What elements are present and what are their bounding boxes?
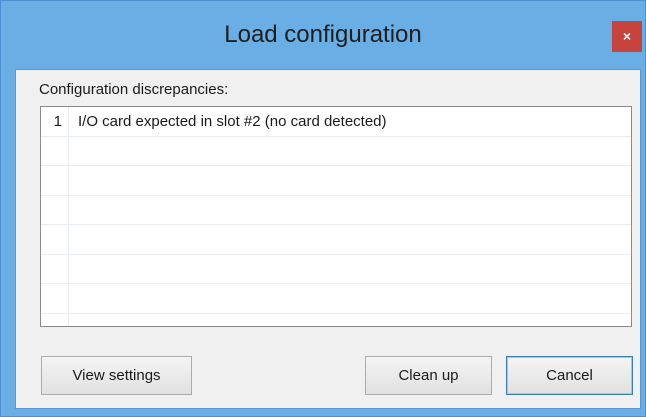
- list-row[interactable]: [41, 225, 631, 255]
- list-row[interactable]: [41, 195, 631, 225]
- list-row[interactable]: 1 I/O card expected in slot #2 (no card …: [41, 107, 631, 137]
- row-number: 1: [41, 107, 69, 136]
- clean-up-button[interactable]: Clean up: [365, 356, 492, 395]
- cancel-button[interactable]: Cancel: [506, 356, 633, 395]
- row-text: I/O card expected in slot #2 (no card de…: [78, 113, 387, 130]
- discrepancies-list[interactable]: 1 I/O card expected in slot #2 (no card …: [40, 106, 632, 327]
- title-bar[interactable]: Load configuration ×: [1, 1, 645, 69]
- row-number: [41, 225, 69, 254]
- row-number: [41, 136, 69, 165]
- list-row[interactable]: [41, 254, 631, 284]
- dialog-title: Load configuration: [224, 21, 422, 48]
- close-icon: ×: [622, 28, 632, 44]
- load-configuration-dialog: Load configuration × Configuration discr…: [0, 0, 646, 417]
- list-row[interactable]: [41, 136, 631, 166]
- view-settings-button[interactable]: View settings: [41, 356, 192, 395]
- list-row[interactable]: [41, 284, 631, 314]
- list-row[interactable]: [41, 313, 631, 326]
- discrepancies-label: Configuration discrepancies:: [39, 81, 229, 98]
- close-button[interactable]: ×: [612, 21, 642, 52]
- row-number: [41, 284, 69, 313]
- list-row[interactable]: [41, 166, 631, 196]
- row-number: [41, 166, 69, 195]
- row-number: [41, 313, 69, 326]
- row-number: [41, 195, 69, 224]
- dialog-body: Configuration discrepancies: 1 I/O card …: [15, 69, 641, 409]
- row-number: [41, 254, 69, 283]
